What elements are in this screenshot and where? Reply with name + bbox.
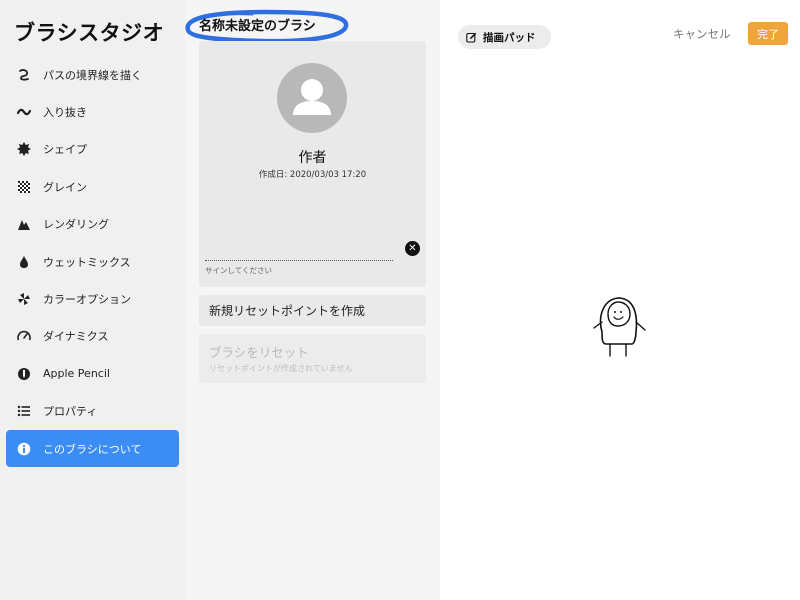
done-button[interactable]: 完了 — [748, 22, 788, 45]
sidebar-item-dynamics[interactable]: ダイナミクス — [0, 318, 185, 355]
shape-icon — [17, 142, 31, 157]
pinwheel-icon — [17, 292, 31, 306]
close-icon: ✕ — [408, 242, 417, 254]
sidebar-item-label: シェイプ — [43, 143, 87, 157]
gauge-icon — [17, 329, 31, 343]
author-card: 作者 作成日: 2020/03/03 17:20 ✕ サインしてください — [199, 41, 426, 287]
sidebar-item-stroke-path[interactable]: パスの境界線を描く — [0, 56, 185, 93]
sidebar-item-wet-mix[interactable]: ウェットミックス — [0, 243, 185, 280]
sidebar-item-label: ウェットミックス — [43, 255, 131, 269]
sidebar-item-grain[interactable]: グレイン — [0, 168, 185, 205]
sidebar-item-label: カラーオプション — [43, 293, 131, 307]
signature-hint: サインしてください — [205, 266, 273, 275]
taper-wave-icon — [17, 105, 31, 119]
info-icon — [17, 442, 31, 456]
droplet-icon — [17, 255, 31, 269]
sidebar-item-label: ダイナミクス — [43, 330, 109, 344]
brush-name: 名称未設定のブラシ — [199, 19, 316, 34]
sidebar-item-label: Apple Pencil — [43, 367, 110, 381]
avatar[interactable] — [277, 63, 347, 133]
signature-line[interactable] — [205, 260, 393, 261]
sidebar-item-label: レンダリング — [43, 218, 109, 232]
sidebar-item-about-brush[interactable]: このブラシについて — [6, 429, 179, 468]
pencil-icon — [17, 367, 31, 381]
sidebar-item-label: 入り抜き — [43, 106, 87, 120]
author-name[interactable]: 作者 — [199, 147, 426, 167]
sidebar-item-apple-pencil[interactable]: Apple Pencil — [0, 355, 185, 392]
sidebar-item-taper[interactable]: 入り抜き — [0, 93, 185, 130]
sidebar-item-label: プロパティ — [43, 405, 98, 419]
stroke-path-icon — [17, 68, 31, 82]
doodle-character-icon — [593, 297, 646, 357]
drawing-pad-tab[interactable]: 描画パッド — [458, 25, 551, 49]
create-reset-point-button[interactable]: 新規リセットポイントを作成 — [199, 295, 426, 326]
sidebar-item-rendering[interactable]: レンダリング — [0, 206, 185, 243]
sidebar-menu: パスの境界線を描く 入り抜き シェイプ グレイン レンダリング ウェットミックス… — [0, 56, 185, 468]
cancel-button[interactable]: キャンセル — [673, 26, 731, 42]
person-icon — [293, 79, 331, 115]
rendering-icon — [17, 217, 31, 231]
edit-icon — [466, 32, 477, 43]
sidebar-item-properties[interactable]: プロパティ — [0, 393, 185, 430]
drawing-pad-tab-label: 描画パッド — [483, 31, 536, 44]
sidebar-item-label: このブラシについて — [43, 442, 142, 456]
reset-note: リセットポイントが作成されていません — [209, 364, 353, 373]
app-title: ブラシスタジオ — [14, 21, 165, 45]
sidebar-item-shape[interactable]: シェイプ — [0, 131, 185, 168]
reset-brush-button: ブラシをリセット リセットポイントが作成されていません — [199, 334, 426, 383]
grain-icon — [17, 180, 31, 194]
reset-brush-label: ブラシをリセット — [209, 345, 309, 360]
sidebar: ブラシスタジオ パスの境界線を描く 入り抜き シェイプ グレイン レンダリング … — [0, 0, 185, 600]
sidebar-item-color-options[interactable]: カラーオプション — [0, 280, 185, 317]
clear-signature-button[interactable]: ✕ — [405, 241, 420, 256]
list-icon — [17, 404, 31, 418]
sidebar-item-label: グレイン — [43, 180, 87, 194]
created-date: 作成日: 2020/03/03 17:20 — [258, 170, 367, 180]
sidebar-item-label: パスの境界線を描く — [43, 68, 142, 82]
